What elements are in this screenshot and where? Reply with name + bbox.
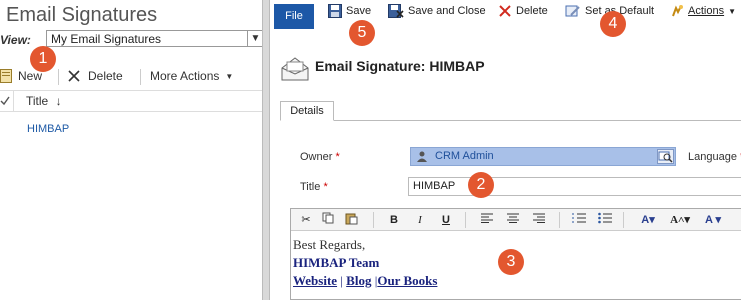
- page-title: Email Signatures: [6, 4, 158, 26]
- font-color-icon[interactable]: A ▾: [701, 212, 725, 228]
- crm-window: Email Signatures View: My Email Signatur…: [0, 0, 741, 300]
- owner-value[interactable]: CRM Admin: [435, 148, 494, 165]
- link-separator: |: [340, 273, 343, 288]
- actions-label: Actions: [688, 5, 725, 17]
- copy-glyph: [322, 212, 334, 224]
- save-and-close-button[interactable]: Save and Close: [388, 2, 486, 20]
- bullet-list-glyph: [598, 212, 612, 224]
- align-center-icon[interactable]: [505, 212, 521, 228]
- tab-details[interactable]: Details: [280, 101, 334, 121]
- blog-link[interactable]: Blog: [346, 273, 371, 288]
- paste-glyph: [345, 213, 357, 225]
- title-input[interactable]: HIMBAP: [408, 177, 741, 196]
- align-right-glyph: [533, 213, 545, 223]
- delete-record-button[interactable]: Delete: [498, 2, 548, 20]
- title-label: Title *: [300, 181, 328, 193]
- required-marker: *: [335, 151, 340, 163]
- delete-button[interactable]: Delete: [68, 69, 123, 83]
- copy-icon[interactable]: [321, 212, 335, 228]
- paste-icon[interactable]: [343, 212, 359, 228]
- font-family-icon[interactable]: A▾: [637, 212, 659, 228]
- required-marker: *: [323, 181, 328, 193]
- view-select[interactable]: My Email Signatures ▼: [46, 30, 264, 47]
- bold-button[interactable]: B: [387, 212, 401, 228]
- more-actions-label: More Actions: [150, 69, 220, 83]
- align-center-glyph: [507, 213, 519, 223]
- left-pane: Email Signatures View: My Email Signatur…: [0, 0, 264, 300]
- language-label: Language *: [688, 151, 741, 163]
- sort-arrow-icon: ↓: [55, 94, 62, 108]
- callout-3: 3: [498, 249, 524, 275]
- toolbar-divider: [140, 69, 141, 85]
- signature-team: HIMBAP Team: [293, 255, 380, 270]
- toolbar-divider: [623, 212, 624, 228]
- underline-button[interactable]: U: [439, 212, 453, 228]
- list-header: Title ↓: [0, 90, 262, 112]
- more-actions-button[interactable]: More Actions ▼: [150, 69, 233, 83]
- check-icon: [0, 96, 10, 106]
- owner-label: Owner *: [300, 151, 340, 163]
- align-left-icon[interactable]: [479, 212, 495, 228]
- tab-strip: [280, 120, 741, 121]
- cut-icon[interactable]: ✂: [299, 212, 313, 228]
- toolbar-divider: [373, 212, 374, 228]
- toolbar-divider: [465, 212, 466, 228]
- numbered-list-icon[interactable]: [571, 212, 587, 228]
- save-close-label: Save and Close: [408, 5, 486, 17]
- callout-5: 5: [349, 20, 375, 46]
- caret-down-icon: ▼: [225, 71, 234, 81]
- toolbar-divider: [58, 69, 59, 85]
- signature-links: Website | Blog |Our Books: [293, 273, 437, 289]
- callout-2: 2: [468, 172, 494, 198]
- actions-menu-button[interactable]: Actions ▼: [670, 2, 736, 20]
- numbered-list-glyph: [572, 213, 586, 223]
- toolbar-divider: [559, 212, 560, 228]
- chevron-down-icon[interactable]: ▼: [247, 31, 263, 46]
- save-close-icon: [388, 4, 404, 18]
- owner-lookup-field[interactable]: CRM Admin: [410, 147, 676, 166]
- website-link[interactable]: Website: [293, 273, 337, 288]
- select-all-checkbox[interactable]: [0, 91, 14, 111]
- caret-down-icon: ▼: [728, 6, 736, 16]
- view-select-value: My Email Signatures: [51, 32, 162, 46]
- title-label-text: Title: [300, 181, 321, 193]
- delete-label: Delete: [88, 69, 123, 83]
- column-title-label: Title: [26, 94, 49, 108]
- view-label: View:: [0, 33, 31, 47]
- align-right-icon[interactable]: [531, 212, 547, 228]
- save-label: Save: [346, 5, 372, 17]
- italic-button[interactable]: I: [413, 212, 427, 228]
- form-title: Email Signature: HIMBAP: [315, 58, 485, 74]
- signature-body[interactable]: Best Regards, HIMBAP Team Website | Blog…: [293, 237, 437, 289]
- pane-splitter[interactable]: [262, 0, 270, 300]
- callout-4: 4: [600, 11, 626, 37]
- language-label-text: Language: [688, 151, 737, 163]
- signature-greeting: Best Regards,: [293, 237, 366, 252]
- our-books-link[interactable]: Our Books: [377, 273, 437, 288]
- delete-icon: [499, 5, 511, 17]
- editor-toolbar: ✂ B I U A▾ A˄▾ A ▾: [291, 209, 741, 231]
- new-record-icon: [0, 69, 12, 83]
- bullet-list-icon[interactable]: [597, 212, 613, 228]
- file-button[interactable]: File: [274, 4, 314, 29]
- ribbon: File Save Save and Close Delete Set as D…: [270, 0, 741, 29]
- font-size-icon[interactable]: A˄▾: [669, 212, 691, 228]
- close-icon: [68, 70, 80, 82]
- save-button[interactable]: Save: [328, 2, 371, 20]
- list-item[interactable]: HIMBAP: [27, 123, 69, 135]
- email-signature-icon: [281, 57, 309, 81]
- save-icon: [328, 4, 342, 18]
- align-left-glyph: [481, 213, 493, 223]
- set-default-icon: [565, 5, 580, 17]
- owner-label-text: Owner: [300, 151, 333, 163]
- actions-icon: [672, 5, 683, 17]
- new-button[interactable]: New: [0, 69, 42, 83]
- lookup-icon: [658, 151, 673, 163]
- callout-1: 1: [30, 46, 56, 72]
- column-header-title[interactable]: Title ↓: [26, 94, 62, 108]
- user-icon: [417, 151, 427, 162]
- lookup-button[interactable]: [657, 149, 674, 164]
- delete-record-label: Delete: [516, 5, 548, 17]
